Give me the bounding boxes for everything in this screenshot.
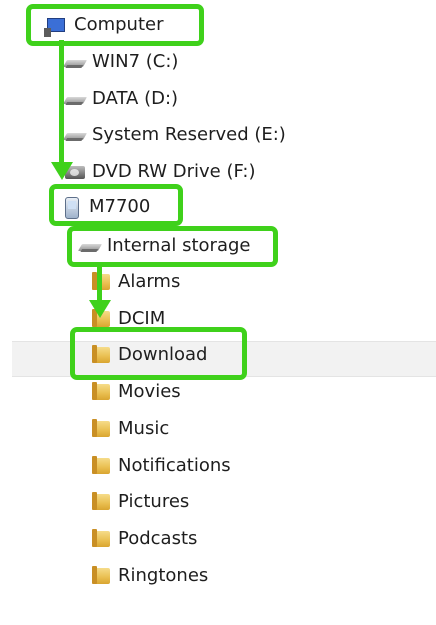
blank-area <box>33 588 175 625</box>
tree-item-label: Notifications <box>118 455 231 476</box>
arrow-shaft <box>97 262 102 302</box>
tree-item-label: DCIM <box>118 308 166 329</box>
tree-item-folder[interactable]: Podcasts <box>90 522 197 556</box>
tree-item-label: Ringtones <box>118 565 209 586</box>
folder-icon <box>90 382 112 402</box>
tree-item-folder[interactable]: Music <box>90 412 169 446</box>
tree-item-label: Movies <box>118 381 181 402</box>
tree-item-label: Alarms <box>118 271 181 292</box>
explorer-navigation-pane: Computer WIN7 (C:) DATA (D:) System Rese… <box>0 0 436 625</box>
highlight-box-storage <box>67 226 278 267</box>
folder-icon <box>90 529 112 549</box>
folder-icon <box>90 492 112 512</box>
folder-icon <box>90 456 112 476</box>
tree-item-label: Podcasts <box>118 528 198 549</box>
tree-item-label: WIN7 (C:) <box>92 51 179 72</box>
tree-item-label: Pictures <box>118 491 190 512</box>
tree-item-folder[interactable]: Notifications <box>90 449 231 483</box>
folder-icon <box>90 419 112 439</box>
hard-drive-icon <box>62 125 88 145</box>
hard-drive-icon <box>62 89 88 109</box>
arrow-head-icon <box>51 162 73 180</box>
highlight-box-download <box>70 327 247 380</box>
tree-item-folder[interactable]: Alarms <box>90 265 180 299</box>
tree-item-drive-c[interactable]: WIN7 (C:) <box>62 45 179 79</box>
highlight-box-device <box>49 184 183 226</box>
tree-item-label: DVD RW Drive (F:) <box>92 161 256 182</box>
tree-item-label: Music <box>118 418 170 439</box>
hard-drive-icon <box>62 52 88 72</box>
tree-item-label: System Reserved (E:) <box>92 124 286 145</box>
highlight-box-computer <box>26 4 204 46</box>
arrow-head-icon <box>89 300 111 318</box>
arrow-shaft <box>59 40 64 165</box>
tree-item-folder[interactable]: Movies <box>90 375 181 409</box>
tree-item-label: DATA (D:) <box>92 88 179 109</box>
tree-item-drive-e[interactable]: System Reserved (E:) <box>62 118 286 152</box>
tree-item-drive-d[interactable]: DATA (D:) <box>62 82 179 116</box>
tree-item-folder[interactable]: Pictures <box>90 485 189 519</box>
folder-icon <box>90 566 112 586</box>
